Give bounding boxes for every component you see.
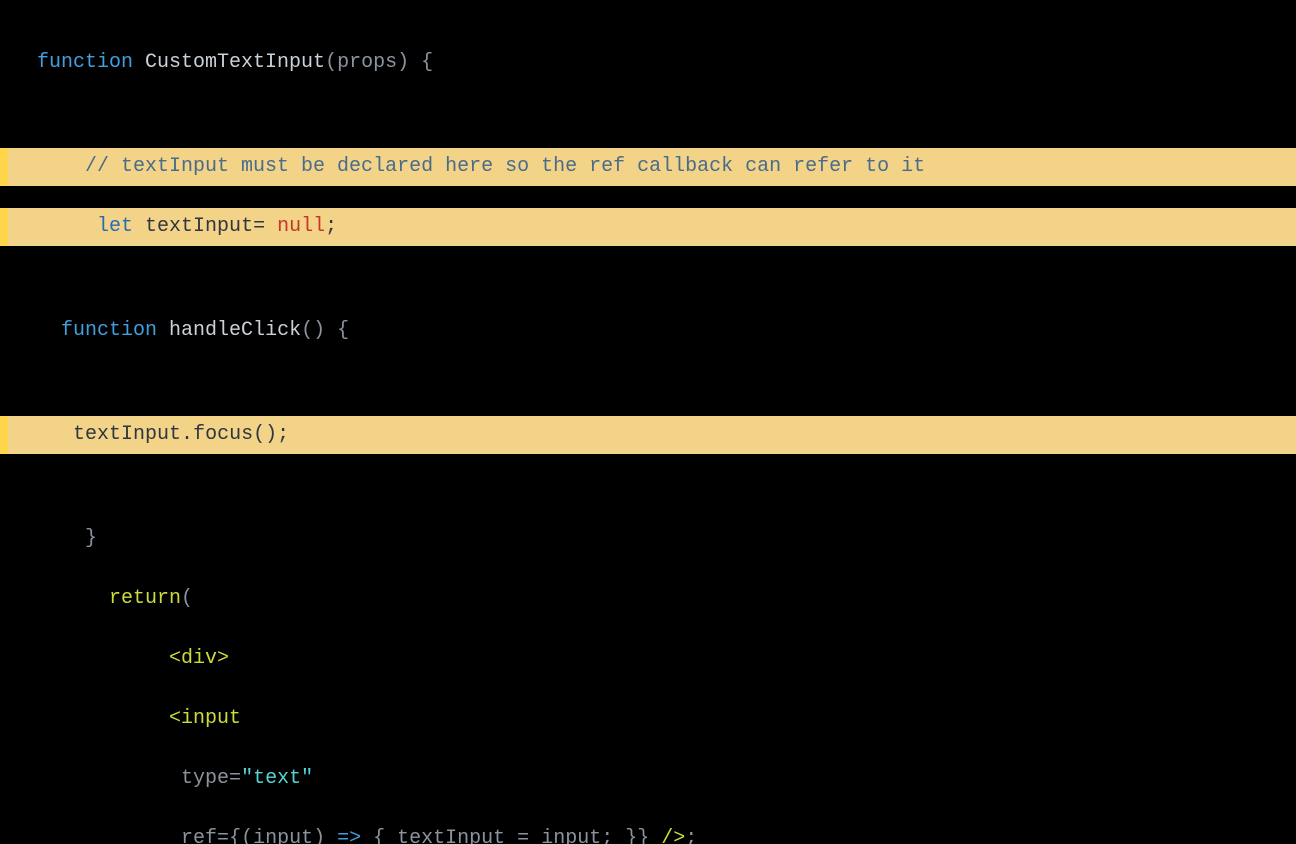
code-line: function CustomTextInput(props) { (0, 44, 1296, 82)
code-line: } (0, 520, 1296, 558)
code-line: ref={(input) => { textInput = input; }} … (0, 820, 1296, 844)
code-line-highlighted: // textInput must be declared here so th… (0, 148, 1296, 186)
blank-line (0, 268, 1296, 290)
code-line: return( (0, 580, 1296, 618)
code-line: function handleClick() { (0, 312, 1296, 350)
code-line: type="text" (0, 760, 1296, 798)
blank-line (0, 372, 1296, 394)
blank-line (0, 476, 1296, 498)
blank-line (0, 104, 1296, 126)
code-line-highlighted: textInput.focus(); (0, 416, 1296, 454)
code-line: <div> (0, 640, 1296, 678)
code-line-highlighted: let textInput= null; (0, 208, 1296, 246)
code-block: function CustomTextInput(props) { // tex… (0, 0, 1296, 844)
code-line: <input (0, 700, 1296, 738)
